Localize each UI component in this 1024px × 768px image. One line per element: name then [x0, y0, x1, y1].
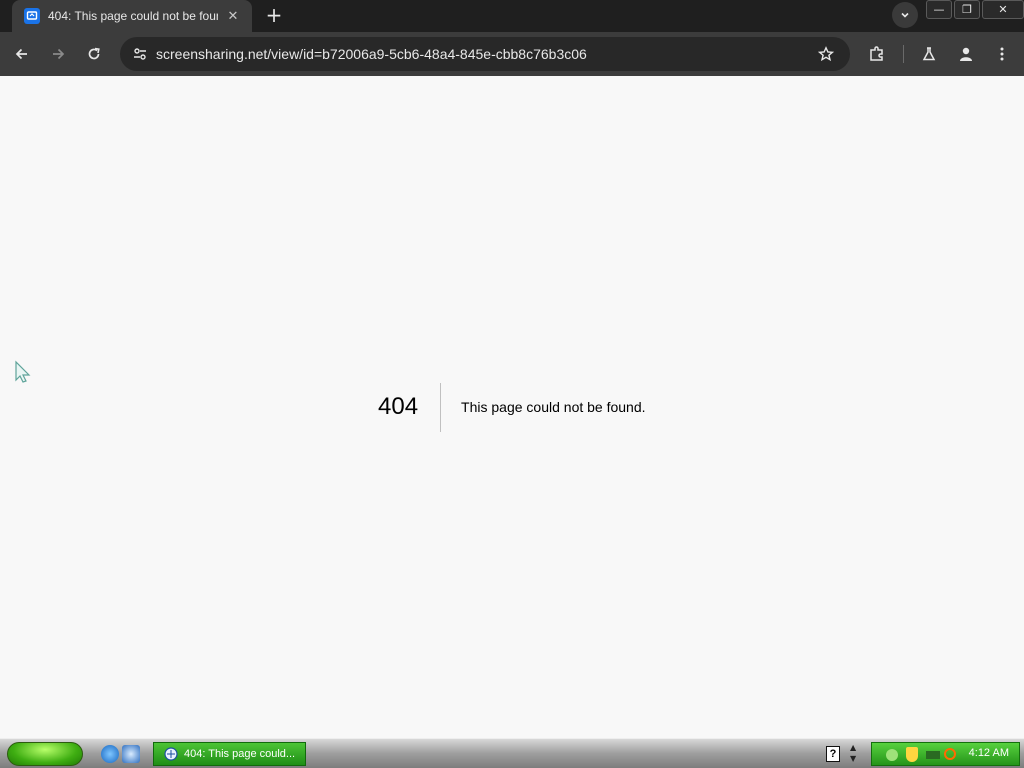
- outlook-express-icon[interactable]: [122, 745, 140, 763]
- address-bar[interactable]: screensharing.net/view/id=b72006a9-5cb6-…: [120, 37, 850, 71]
- security-shield-icon[interactable]: [906, 747, 918, 762]
- url-text[interactable]: screensharing.net/view/id=b72006a9-5cb6-…: [156, 46, 587, 62]
- error-block: 404 This page could not be found.: [360, 382, 646, 432]
- search-icon[interactable]: [944, 748, 956, 760]
- more-vert-icon: [1000, 47, 1004, 61]
- browser-menu-button[interactable]: [989, 41, 1015, 67]
- reload-button[interactable]: [81, 41, 107, 67]
- tab-close-icon[interactable]: ✕: [224, 9, 242, 24]
- labs-button[interactable]: [916, 41, 942, 67]
- arrow-right-icon: [53, 48, 65, 60]
- reload-icon: [88, 47, 100, 60]
- chevron-down-icon: [901, 12, 909, 18]
- browser-app-icon: [164, 747, 178, 761]
- window-controls: — ❐ ✕: [924, 0, 1024, 20]
- screen: 404: This page could not be found ✕ + — …: [0, 0, 1024, 768]
- network-icon[interactable]: [886, 749, 898, 761]
- arrow-left-icon: [15, 48, 27, 60]
- back-button[interactable]: [9, 41, 35, 67]
- restore-button[interactable]: ❐: [954, 0, 980, 19]
- page-content: 404 This page could not be found.: [0, 76, 1024, 738]
- tray-expand-icon[interactable]: ▲ ▼: [850, 742, 856, 764]
- taskbar-window-button[interactable]: 404: This page could...: [153, 742, 306, 766]
- error-message: This page could not be found.: [461, 399, 646, 415]
- site-favicon-icon: [24, 8, 40, 24]
- taskbar-window-label: 404: This page could...: [184, 748, 296, 760]
- star-icon: [818, 46, 834, 62]
- close-window-button[interactable]: ✕: [982, 0, 1024, 19]
- mouse-cursor-icon: [15, 360, 31, 383]
- bookmark-star-button[interactable]: [813, 41, 839, 67]
- avatar-icon: [960, 47, 972, 61]
- tab-search-button[interactable]: [892, 2, 918, 28]
- new-tab-button[interactable]: +: [262, 4, 286, 28]
- help-icon[interactable]: ?: [826, 746, 840, 762]
- start-button[interactable]: [7, 742, 83, 766]
- browser-toolbar: screensharing.net/view/id=b72006a9-5cb6-…: [0, 32, 1024, 76]
- profile-button[interactable]: [953, 41, 979, 67]
- internet-explorer-icon[interactable]: [101, 745, 119, 763]
- toolbar-separator: [903, 45, 904, 63]
- volume-icon[interactable]: [926, 751, 940, 759]
- browser-tab-active[interactable]: 404: This page could not be found ✕: [12, 0, 252, 32]
- error-code: 404: [378, 393, 419, 420]
- extensions-button[interactable]: [864, 41, 890, 67]
- site-info-icon[interactable]: [132, 46, 148, 62]
- minimize-button[interactable]: —: [926, 0, 952, 19]
- puzzle-icon: [870, 46, 883, 61]
- taskbar: 404: This page could... ? ▲ ▼ 4:12 AM: [0, 738, 1024, 768]
- browser-tab-strip: 404: This page could not be found ✕ + — …: [0, 0, 1024, 32]
- system-tray: 4:12 AM: [871, 742, 1020, 766]
- flask-icon: [922, 47, 936, 61]
- tab-title: 404: This page could not be found: [48, 9, 218, 23]
- forward-button[interactable]: [45, 41, 71, 67]
- clock: 4:12 AM: [968, 747, 1009, 759]
